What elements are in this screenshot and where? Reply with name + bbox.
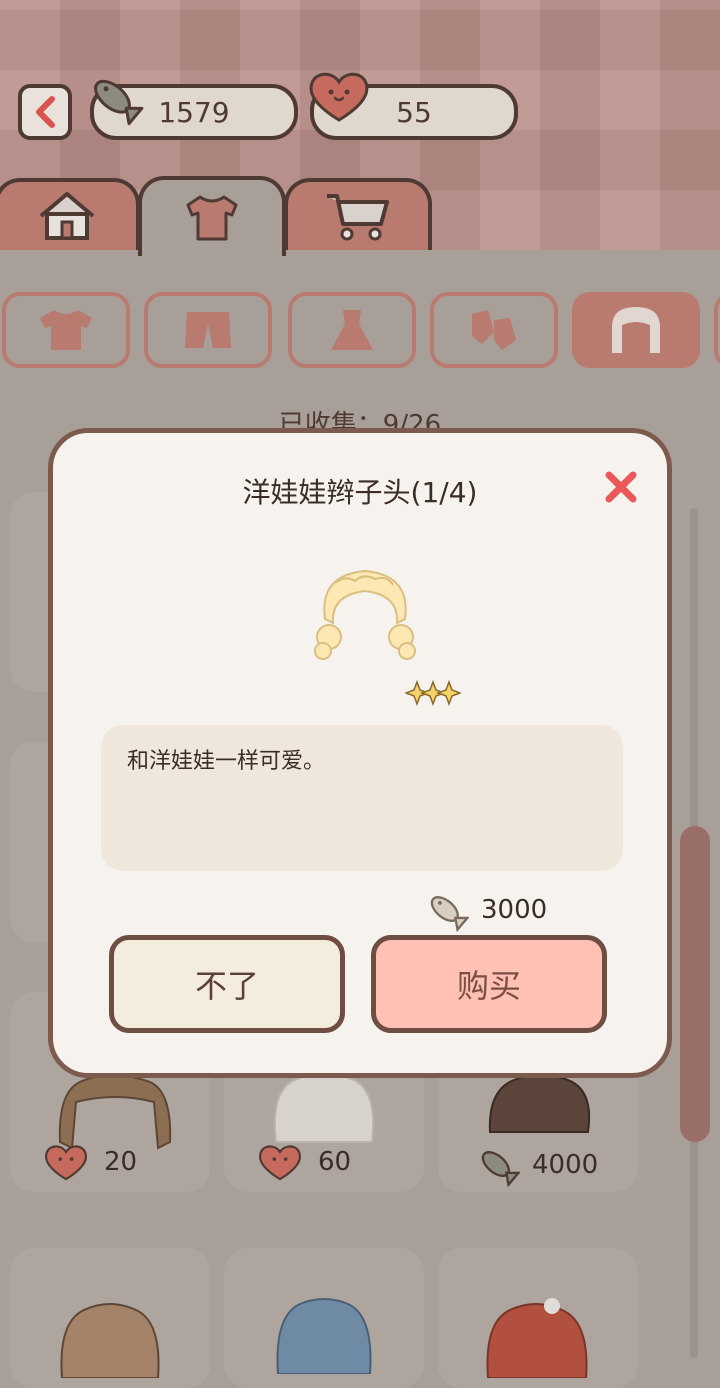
purchase-dialog: 洋娃娃辫子头(1/4) 和洋娃娃一样可爱。 3000 不了 购买 [48,428,672,1078]
heart-icon [258,1145,302,1181]
item-card[interactable] [438,1248,638,1388]
shorts-icon [185,312,231,348]
chevron-left-icon [36,96,55,128]
item-price: 20 [40,1142,137,1182]
fish-icon [430,896,469,933]
price-value: 20 [104,1147,138,1177]
item-description: 和洋娃娃一样可爱。 [101,725,623,871]
shirt-icon [40,310,92,350]
tab-clothes[interactable] [138,176,286,256]
category-socks[interactable] [430,292,558,368]
category-tops[interactable] [2,292,130,368]
hair-item-image [273,1073,375,1143]
fish-count: 1579 [158,95,230,129]
heart-count: 55 [396,95,432,129]
hair-item-image [486,1298,588,1378]
price-value: 4000 [532,1150,599,1180]
item-cost: 3000 [423,887,547,933]
item-card[interactable] [10,1248,210,1388]
cart-icon [327,194,389,241]
rarity-stars-icon [405,679,461,707]
description-text: 和洋娃娃一样可爱。 [127,749,326,774]
category-more[interactable] [714,292,720,368]
heart-icon [44,1145,88,1181]
hair-item-image [58,1074,172,1150]
hair-icon [612,307,660,353]
back-button[interactable] [18,84,72,140]
buy-button[interactable]: 购买 [371,935,607,1033]
cancel-button[interactable]: 不了 [109,935,345,1033]
category-dresses[interactable] [288,292,416,368]
socks-icon [472,310,516,350]
tab-home[interactable] [0,178,140,250]
cost-value: 3000 [481,895,548,925]
hair-item-image [488,1074,591,1133]
hair-item-image [60,1303,160,1378]
hair-item-image [314,569,416,660]
category-bottoms[interactable] [144,292,272,368]
hair-item-image [276,1298,372,1374]
category-hair[interactable] [572,292,700,368]
item-price: 4000 [474,1142,598,1188]
item-card[interactable] [224,1248,424,1388]
item-price: 60 [254,1142,351,1182]
dress-icon [331,310,373,350]
house-icon [39,192,95,240]
heart-icon [309,72,369,122]
fish-icon [481,1151,520,1188]
shirt-icon [186,195,238,241]
close-icon[interactable] [601,467,641,507]
fish-icon [94,79,144,126]
tab-shop[interactable] [284,178,432,250]
dialog-title: 洋娃娃辫子头(1/4) [242,476,478,509]
scrollbar-thumb[interactable] [680,826,710,1142]
price-value: 60 [318,1147,352,1177]
category-bar [0,292,720,372]
